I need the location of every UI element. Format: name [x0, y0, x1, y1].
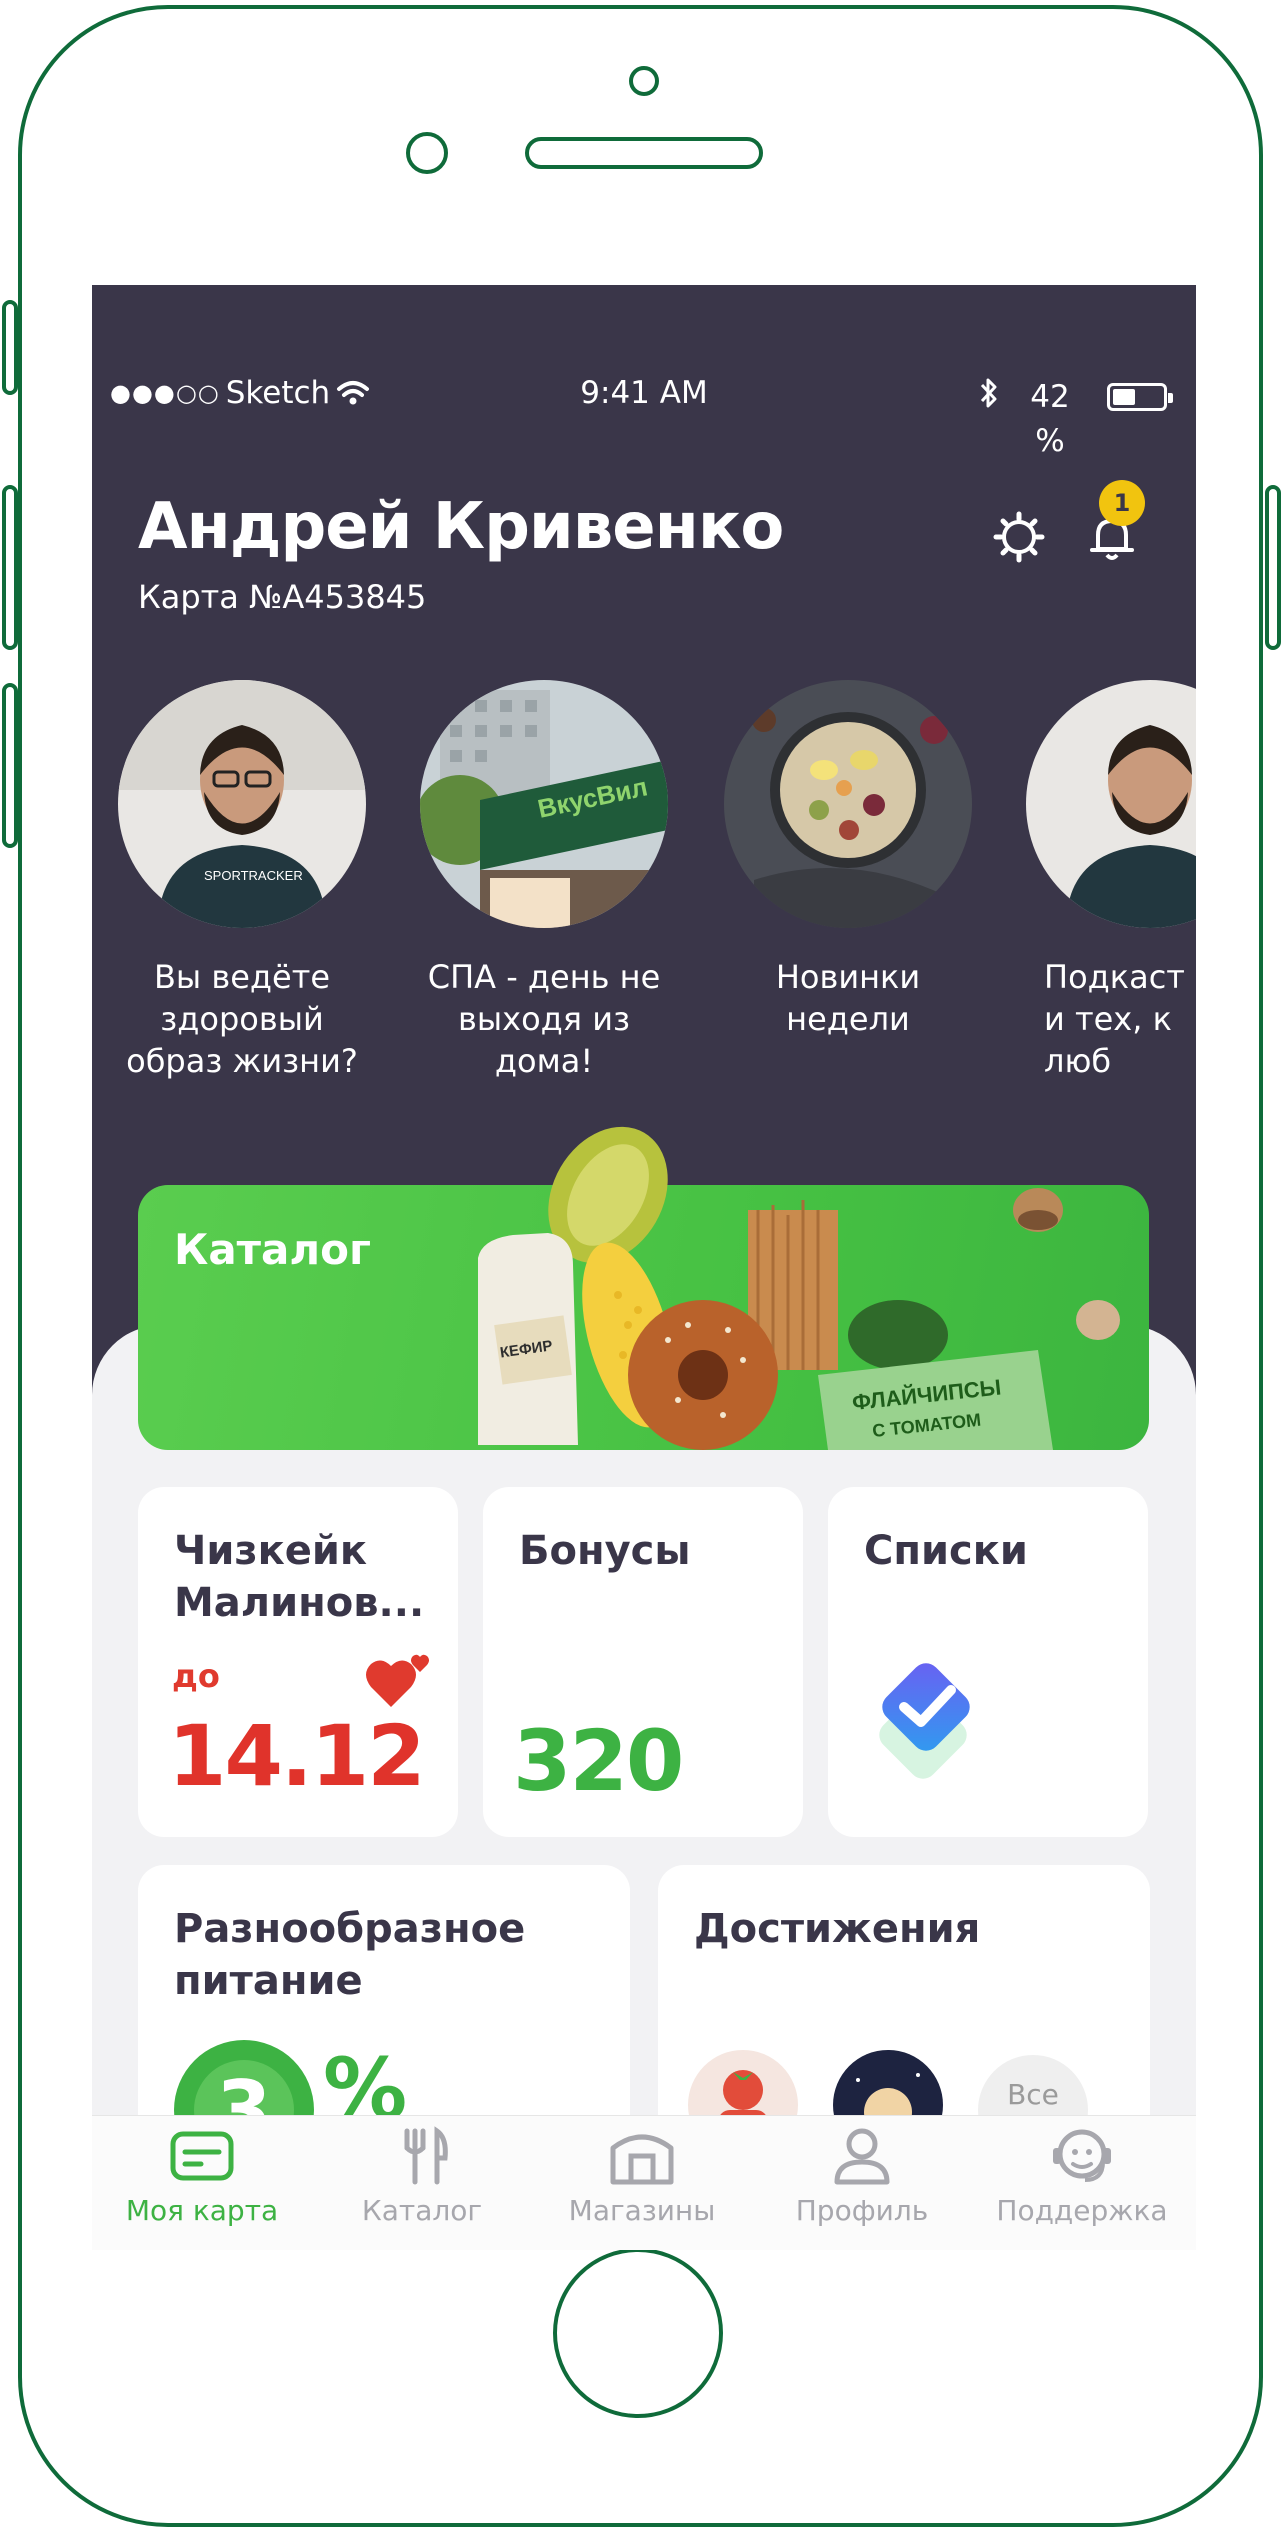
- person-icon: [834, 2128, 890, 2185]
- heart-icon: [366, 1654, 429, 1707]
- favorite-product-tile[interactable]: Чизкейк Малинов... до 14.12: [138, 1487, 458, 1837]
- tab-catalog-label: Каталог: [361, 2194, 483, 2227]
- home-button[interactable]: [553, 2248, 723, 2418]
- power-button: [1265, 485, 1281, 650]
- bluetooth-icon: [980, 378, 997, 408]
- svg-text:SPORTRACKER: SPORTRACKER: [204, 868, 303, 883]
- battery-icon: [1107, 383, 1173, 411]
- tab-my-card[interactable]: Моя карта: [102, 2126, 302, 2227]
- mute-switch: [2, 300, 18, 395]
- support-icon: [1053, 2129, 1111, 2182]
- tab-profile[interactable]: Профиль: [762, 2126, 962, 2227]
- achievements-title: Достижения: [694, 1906, 981, 1952]
- earpiece-speaker: [525, 137, 763, 169]
- story-item[interactable]: Новинки недели: [718, 680, 978, 1040]
- card-number: Карта №A453845: [138, 578, 427, 616]
- bonuses-title: Бонусы: [519, 1528, 691, 1574]
- story-avatar: [724, 680, 972, 928]
- lists-tile[interactable]: Списки: [828, 1487, 1148, 1837]
- tab-my-card-label: Моя карта: [125, 2194, 279, 2227]
- tab-support-label: Поддержка: [996, 2194, 1168, 2227]
- tab-stores-label: Магазины: [568, 2194, 716, 2227]
- battery-percent-unit: %: [1035, 423, 1065, 459]
- front-camera: [406, 132, 448, 174]
- catalog-card[interactable]: Каталог КЕФИР ФЛАЙЧИПСЫ С ТОМАТОМ: [138, 1126, 1149, 1450]
- bonuses-tile[interactable]: Бонусы 320: [483, 1487, 803, 1837]
- fork-knife-icon: [404, 2126, 448, 2185]
- story-avatar: ВкусВил: [420, 680, 668, 928]
- favorite-product-title: Чизкейк Малинов...: [174, 1528, 425, 1626]
- story-item[interactable]: SPORTRACKER Вы ведёте здоровый образ жиз…: [112, 680, 372, 1082]
- story-caption: Подкаст и тех, к люб: [1044, 958, 1185, 1080]
- battery-percent: 42 %: [1020, 375, 1080, 463]
- story-item[interactable]: ВкусВил СПА - день не выходя из дома!: [414, 680, 674, 1082]
- user-name: Андрей Кривенко: [138, 490, 784, 564]
- notification-badge: 1: [1099, 480, 1145, 526]
- status-bar: ●●●○○ Sketch 9:41 AM 42 %: [92, 375, 1196, 459]
- story-avatar: SPORTRACKER: [118, 680, 366, 928]
- story-item[interactable]: Подкаст и тех, к люб: [1020, 680, 1196, 1082]
- catalog-products-image: КЕФИР ФЛАЙЧИПСЫ С ТОМАТОМ: [478, 1125, 1178, 1450]
- battery-percent-value: 42: [1030, 379, 1070, 415]
- card-icon: [170, 2131, 234, 2181]
- tab-support[interactable]: Поддержка: [982, 2126, 1182, 2227]
- bonuses-value: 320: [513, 1712, 684, 1810]
- nutrition-title: Разнообразное питание: [174, 1906, 526, 2004]
- story-avatar: [1026, 680, 1196, 928]
- checklist-icon: [879, 1663, 970, 1779]
- catalog-card-title: Каталог: [174, 1225, 371, 1274]
- tab-catalog[interactable]: Каталог: [322, 2126, 522, 2227]
- camera-dot: [629, 66, 659, 96]
- volume-up-button: [2, 485, 18, 650]
- tab-bar: Моя карта Каталог Магазины Профиль Подде…: [92, 2115, 1196, 2250]
- lists-title: Списки: [864, 1528, 1028, 1574]
- volume-down-button: [2, 683, 18, 848]
- app-screen: ●●●○○ Sketch 9:41 AM 42 % Андрей Кривенк…: [92, 285, 1196, 2250]
- story-caption: Новинки недели: [775, 958, 921, 1038]
- favorite-date: 14.12: [168, 1707, 426, 1805]
- story-caption: СПА - день не выходя из дома!: [427, 958, 661, 1080]
- tab-profile-label: Профиль: [795, 2194, 929, 2227]
- tab-stores[interactable]: Магазины: [542, 2126, 742, 2227]
- store-icon: [610, 2134, 674, 2185]
- favorite-until-label: до: [172, 1657, 220, 1695]
- settings-gear-icon[interactable]: [989, 507, 1049, 567]
- story-caption: Вы ведёте здоровый образ жизни?: [126, 958, 358, 1080]
